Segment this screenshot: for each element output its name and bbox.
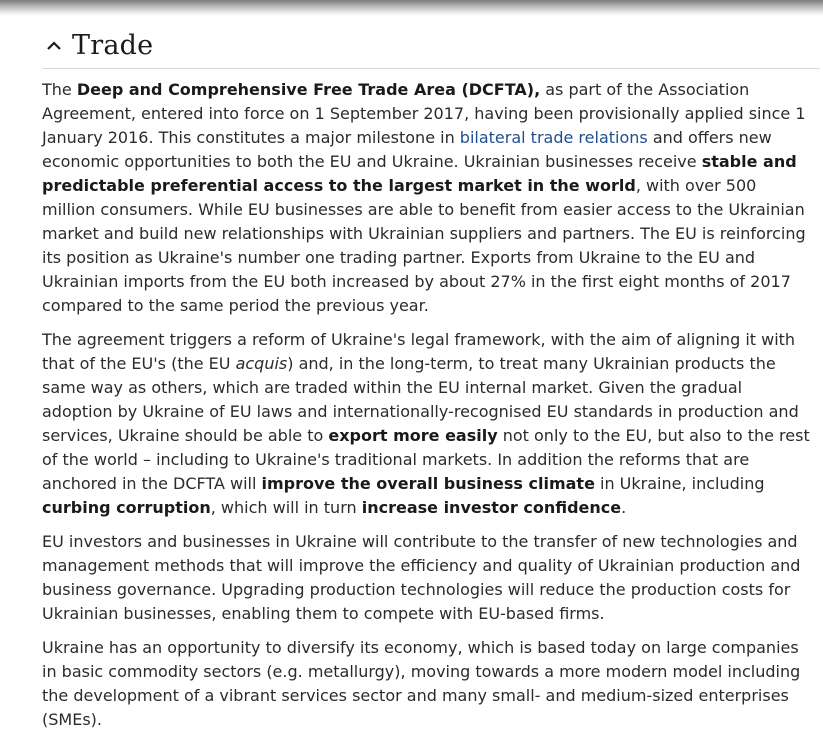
- top-shadow: [0, 0, 823, 16]
- section-header-trade[interactable]: Trade: [42, 22, 820, 69]
- bold-phrase-investor-confidence: increase investor confidence: [361, 498, 622, 517]
- text-span: The: [42, 80, 77, 99]
- paragraph-dcfta: The Deep and Comprehensive Free Trade Ar…: [42, 78, 812, 318]
- chevron-up-icon[interactable]: [42, 30, 68, 60]
- text-span: , with over 500 million consumers. While…: [42, 176, 806, 315]
- section-title: Trade: [72, 29, 154, 61]
- article-body: The Deep and Comprehensive Free Trade Ar…: [42, 78, 812, 738]
- text-span: .: [621, 498, 627, 517]
- bold-phrase-dcfta: Deep and Comprehensive Free Trade Area (…: [76, 80, 541, 99]
- text-span: in Ukraine, including: [594, 474, 765, 493]
- bold-phrase-export: export more easily: [328, 426, 498, 445]
- page: Trade The Deep and Comprehensive Free Tr…: [0, 0, 823, 738]
- bold-phrase-business-climate: improve the overall business climate: [261, 474, 595, 493]
- paragraph-reform: The agreement triggers a reform of Ukrai…: [42, 328, 812, 520]
- paragraph-investors: EU investors and businesses in Ukraine w…: [42, 532, 801, 623]
- text-span: , which will in turn: [210, 498, 362, 517]
- paragraph-diversify: Ukraine has an opportunity to diversify …: [42, 638, 801, 729]
- bilateral-trade-relations-link[interactable]: bilateral trade relations: [460, 128, 648, 147]
- italic-acquis: acquis: [235, 354, 288, 373]
- bold-phrase-corruption: curbing corruption: [42, 498, 211, 517]
